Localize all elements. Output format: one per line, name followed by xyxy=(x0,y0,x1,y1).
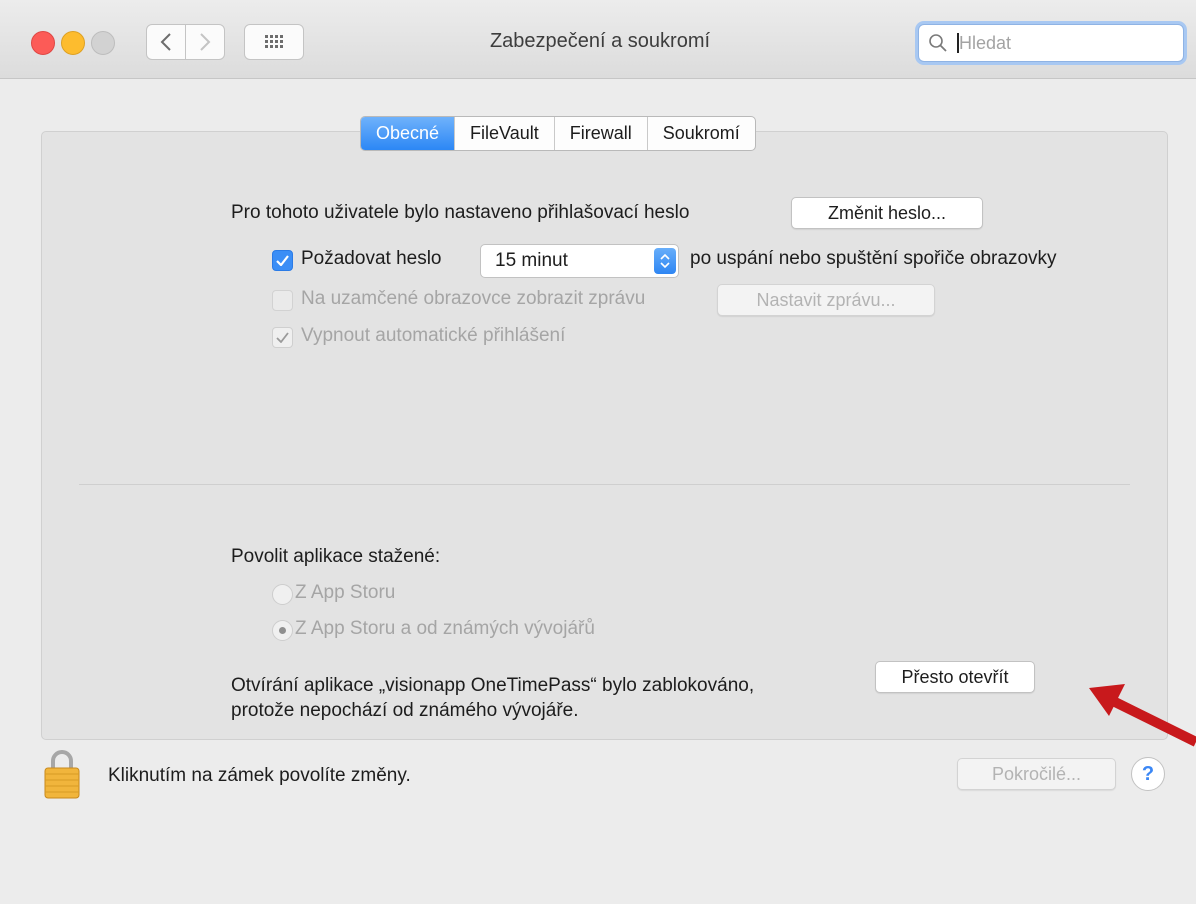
require-password-suffix: po uspání nebo spuštění spořiče obrazovk… xyxy=(690,248,1057,269)
lock-message-label: Na uzamčené obrazovce zobrazit zprávu xyxy=(301,288,646,309)
radio-selected-dot xyxy=(279,627,286,634)
disable-autologin-label: Vypnout automatické přihlášení xyxy=(301,325,566,346)
tab-general[interactable]: Obecné xyxy=(361,117,455,150)
minimize-window-button[interactable] xyxy=(61,31,85,55)
updown-arrows-icon xyxy=(654,248,676,274)
close-window-button[interactable] xyxy=(31,31,55,55)
blocked-app-message-line2: protože nepochází od známého vývojáře. xyxy=(231,700,579,721)
password-set-label: Pro tohoto uživatele bylo nastaveno přih… xyxy=(231,202,690,223)
blocked-app-message-line1: Otvírání aplikace „visionapp OneTimePass… xyxy=(231,675,755,696)
window-title: Zabezpečení a soukromí xyxy=(489,30,711,52)
chevron-left-icon xyxy=(160,33,171,51)
window-toolbar: Zabezpečení a soukromí Hledat xyxy=(0,0,1196,79)
checkmark-icon xyxy=(276,332,289,343)
allow-apps-heading: Povolit aplikace stažené: xyxy=(231,546,441,567)
search-field[interactable]: Hledat xyxy=(918,24,1184,62)
set-message-button[interactable]: Nastavit zprávu... xyxy=(717,284,935,316)
forward-button[interactable] xyxy=(185,24,225,60)
section-divider xyxy=(79,484,1130,485)
grid-icon xyxy=(265,35,283,48)
search-icon xyxy=(929,34,947,52)
show-all-button[interactable] xyxy=(244,24,304,60)
lock-message-checkbox[interactable] xyxy=(272,290,293,311)
lock-icon[interactable] xyxy=(44,747,80,799)
password-delay-value: 15 minut xyxy=(495,250,568,271)
tab-privacy[interactable]: Soukromí xyxy=(646,117,755,150)
help-button[interactable]: ? xyxy=(1131,757,1165,791)
open-anyway-button[interactable]: Přesto otevřít xyxy=(875,661,1035,693)
radio-app-store-label: Z App Storu xyxy=(295,582,396,603)
back-button[interactable] xyxy=(146,24,186,60)
search-placeholder: Hledat xyxy=(959,33,1012,53)
radio-app-store[interactable] xyxy=(272,584,293,605)
password-delay-select[interactable]: 15 minut xyxy=(480,244,679,278)
require-password-label: Požadovat heslo xyxy=(301,248,442,269)
chevron-right-icon xyxy=(200,33,211,51)
radio-app-store-and-identified-label: Z App Storu a od známých vývojářů xyxy=(295,618,595,639)
checkmark-icon xyxy=(276,255,289,266)
advanced-button[interactable]: Pokročilé... xyxy=(957,758,1116,790)
tab-filevault[interactable]: FileVault xyxy=(454,117,554,150)
red-arrow-annotation xyxy=(1089,684,1196,747)
tab-bar: Obecné FileVault Firewall Soukromí xyxy=(360,116,756,151)
zoom-window-button[interactable] xyxy=(91,31,115,55)
disable-autologin-checkbox[interactable] xyxy=(272,327,293,348)
tab-firewall[interactable]: Firewall xyxy=(553,117,647,150)
require-password-checkbox[interactable] xyxy=(272,250,293,271)
radio-app-store-and-identified[interactable] xyxy=(272,620,293,641)
lock-hint-label: Kliknutím na zámek povolíte změny. xyxy=(108,765,411,786)
change-password-button[interactable]: Změnit heslo... xyxy=(791,197,983,229)
